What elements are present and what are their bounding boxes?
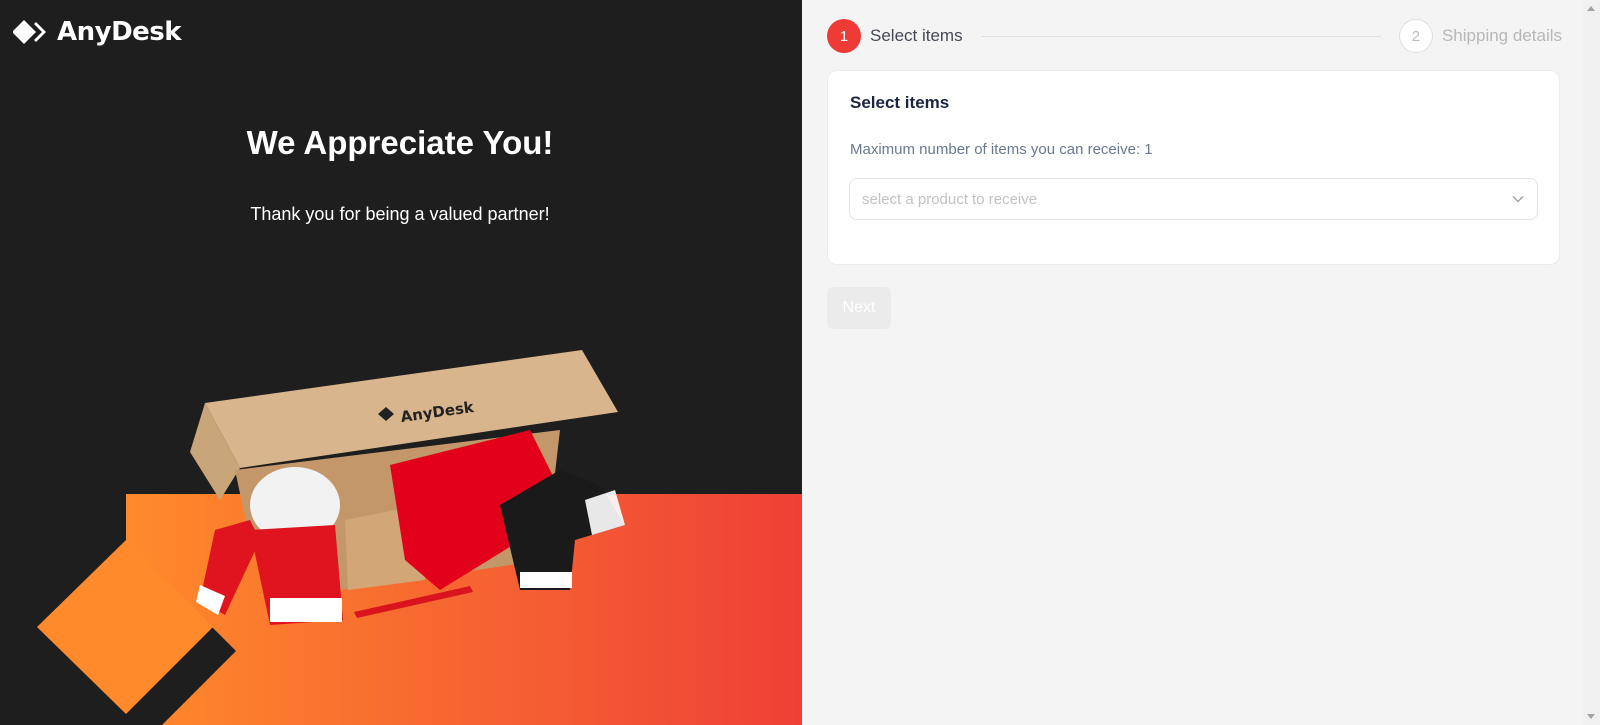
gift-box-illustration: AnyDesk xyxy=(37,350,802,725)
chevron-down-icon xyxy=(1511,192,1525,206)
step-label: Select items xyxy=(870,26,963,45)
hero-title: We Appreciate You! xyxy=(246,124,554,161)
promo-panel: AnyDesk AnyDesk We Appreciate You! Thank… xyxy=(0,0,802,725)
product-select-placeholder: select a product to receive xyxy=(862,190,1038,208)
anydesk-logo-icon xyxy=(13,18,51,46)
step-select-items[interactable]: 1 Select items xyxy=(827,19,963,53)
scroll-up-arrow-icon[interactable] xyxy=(1587,6,1595,11)
step-number: 1 xyxy=(827,19,861,53)
step-shipping-details[interactable]: 2 Shipping details xyxy=(1398,19,1562,53)
step-number: 2 xyxy=(1398,19,1433,53)
max-items-note: Maximum number of items you can receive:… xyxy=(850,141,1153,158)
order-panel: 1 Select items 2 Shipping details Select… xyxy=(802,0,1583,725)
next-button[interactable]: Next xyxy=(827,287,891,329)
hero-subtitle: Thank you for being a valued partner! xyxy=(250,204,550,224)
product-select[interactable]: select a product to receive xyxy=(849,178,1538,220)
brand-name: AnyDesk xyxy=(57,17,182,47)
scroll-down-arrow-icon[interactable] xyxy=(1587,714,1595,719)
brand-logo[interactable]: AnyDesk xyxy=(13,17,182,47)
step-connector xyxy=(980,35,1381,37)
page-scrollbar[interactable] xyxy=(1583,0,1600,725)
card-title: Select items xyxy=(850,93,950,112)
step-label: Shipping details xyxy=(1441,26,1562,45)
stepper: 1 Select items 2 Shipping details xyxy=(827,19,1562,53)
select-items-card: Select items Maximum number of items you… xyxy=(827,70,1560,265)
